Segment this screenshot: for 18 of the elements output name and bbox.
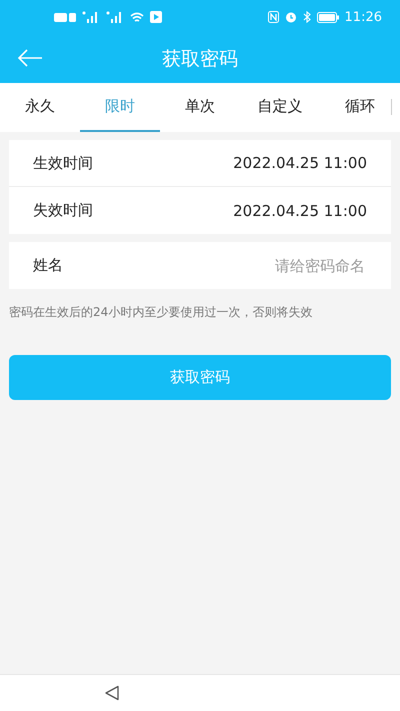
time-value[interactable]: 2022.04.25 11:00 <box>233 154 367 172</box>
row-label: 姓名 <box>33 256 63 275</box>
page-title: 获取密码 <box>162 46 238 72</box>
back-nav-icon[interactable] <box>104 685 120 701</box>
battery-icon <box>316 12 339 22</box>
hd-icon <box>54 12 76 22</box>
wifi-icon <box>130 12 144 22</box>
app-icon <box>150 11 162 23</box>
note-text: 密码在生效后的24小时内至少要使用过一次，否则将失效 <box>9 304 314 321</box>
signal-icon <box>106 11 124 23</box>
time-value[interactable]: 2022.04.25 11:00 <box>233 202 367 220</box>
row-label: 生效时间 <box>33 154 93 172</box>
signal-icon <box>82 11 100 23</box>
status-time: 11:26 <box>344 10 382 24</box>
row-label: 失效时间 <box>33 201 93 220</box>
alarm-icon <box>284 11 297 23</box>
bluetooth-icon <box>302 11 311 23</box>
nfc-icon <box>268 11 279 23</box>
